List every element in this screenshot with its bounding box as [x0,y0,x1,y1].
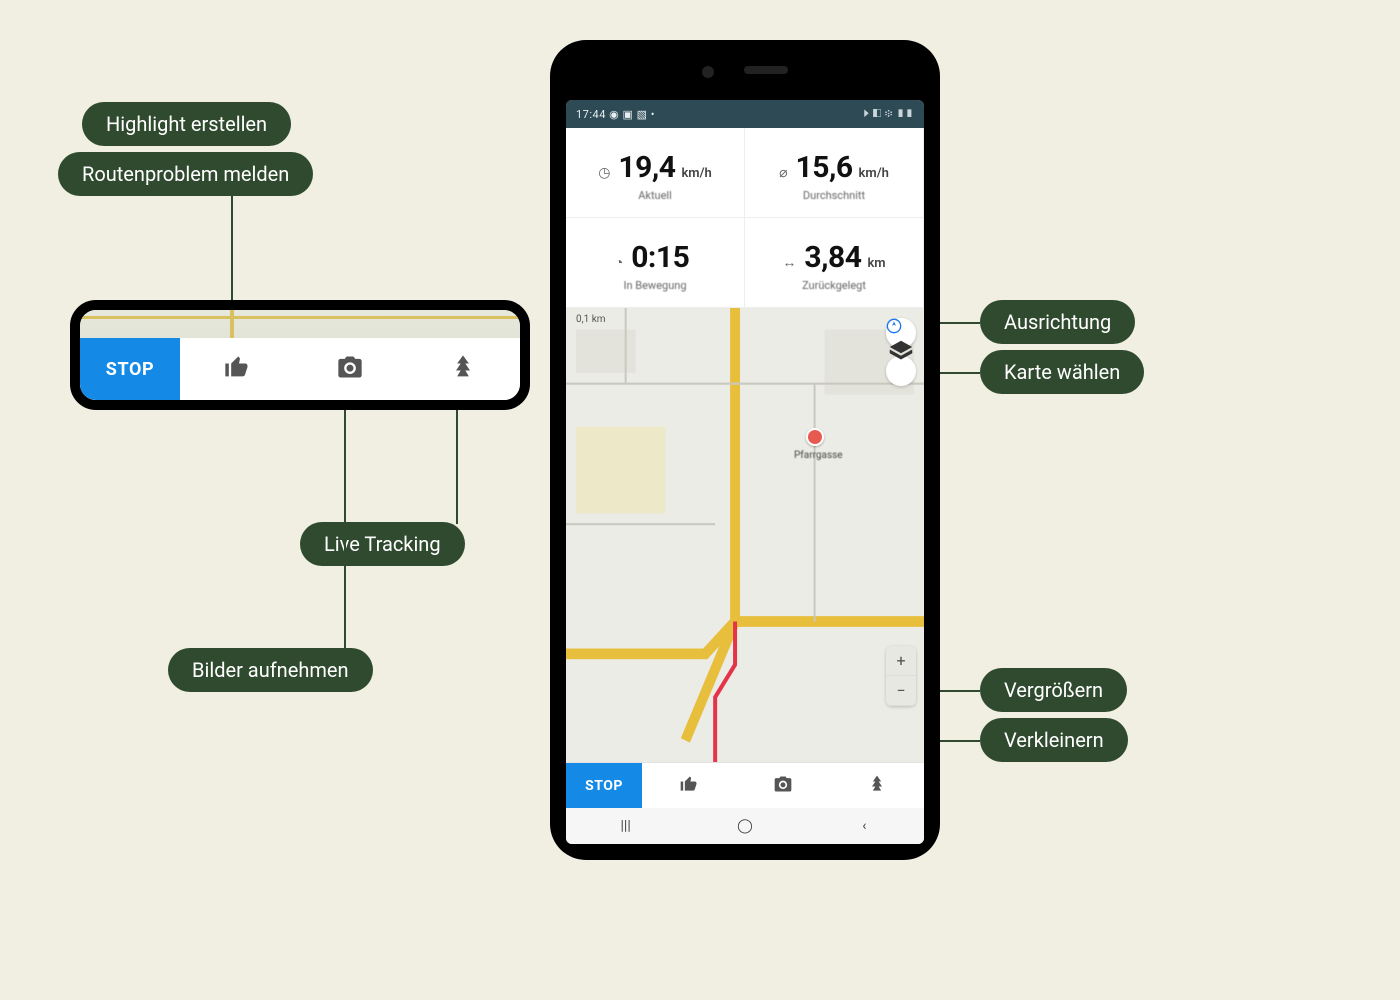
statusbar-right-icons: ⏵ ◧ ፨ ▮▮ [863,107,914,121]
metrics-panel: ◷ 19,4 km/h Aktuell ⌀ 15,6 km/h Durchsch… [566,128,924,308]
map-scale-label: 0,1 km [576,314,606,325]
map-zoom-controls: + − [886,646,916,706]
stop-button[interactable]: STOP [566,763,642,808]
metric-value: 15,6 [796,150,853,185]
connector-line [344,406,346,650]
tree-icon [449,353,477,385]
inset-stop-button[interactable]: STOP [80,338,180,400]
thumbs-icon [679,774,699,798]
statusbar-left-icons: ◉ ▣ ▧ • [609,108,655,121]
phone-frame: 17:44 ◉ ▣ ▧ • ⏵ ◧ ፨ ▮▮ ◷ 19,4 km/h Aktue… [550,40,940,860]
annotation-zoom-out: Verkleinern [980,718,1128,762]
zoom-in-button[interactable]: + [886,646,916,676]
poi-bike-icon [806,428,824,446]
stopwatch-icon: ◔ [615,254,623,271]
android-home-button[interactable]: ◯ [737,818,753,834]
zoom-out-button[interactable]: − [886,676,916,706]
live-tracking-button[interactable] [830,763,924,808]
metric-label: Durchschnitt [803,189,865,202]
thumbs-button[interactable] [642,763,736,808]
annotation-orientation: Ausrichtung [980,300,1135,344]
gauge-icon: ◷ [598,165,610,181]
diameter-icon: ⌀ [779,165,787,181]
actionbar: STOP [566,762,924,808]
map-view[interactable]: 0,1 km + − [566,308,924,762]
inset-actionbar-zoom: STOP [70,300,530,410]
recents-icon: ||| [621,818,631,834]
metric-distance: ↔ 3,84 km Zurückgelegt [745,218,924,308]
tree-icon [867,774,887,798]
metric-moving-time: ◔ 0:15 In Bewegung [566,218,745,308]
android-recents-button[interactable]: ||| [618,818,634,834]
metric-value: 0:15 [631,240,689,275]
minus-icon: − [896,681,905,700]
metric-value: 3,84 [804,240,861,275]
statusbar-time: 17:44 [576,108,606,121]
inset-camera-button[interactable] [293,338,406,400]
phone-speaker-icon [744,66,788,74]
front-camera-icon [702,66,714,78]
metric-unit: km/h [681,166,711,181]
android-nav-bar: ||| ◯ ‹ [566,808,924,844]
camera-button[interactable] [736,763,830,808]
camera-icon [773,774,793,798]
home-icon: ◯ [737,818,753,834]
connector-line [456,406,458,524]
metric-label: Zurückgelegt [802,279,866,292]
metric-unit: km [867,256,885,271]
metric-current-speed: ◷ 19,4 km/h Aktuell [566,128,745,218]
annotation-zoom-in: Vergrößern [980,668,1127,712]
annotation-live-tracking: Live Tracking [300,522,465,566]
metric-unit: km/h [859,166,889,181]
annotation-choose-map: Karte wählen [980,350,1144,394]
thumbs-icon [223,353,251,385]
phone-sensors [550,66,940,78]
statusbar: 17:44 ◉ ▣ ▧ • ⏵ ◧ ፨ ▮▮ [566,100,924,128]
inset-map-sliver [80,310,520,338]
poi-street-label: Pfarrgasse [794,450,843,461]
inset-live-tracking-button[interactable] [407,338,520,400]
layers-button[interactable] [886,356,916,386]
android-back-button[interactable]: ‹ [856,818,872,834]
inset-thumbs-button[interactable] [180,338,293,400]
annotation-take-photos: Bilder aufnehmen [168,648,373,692]
annotation-highlight-create: Highlight erstellen [82,102,291,146]
metric-avg-speed: ⌀ 15,6 km/h Durchschnitt [745,128,924,218]
map-top-controls [886,318,916,386]
inset-actionbar: STOP [80,338,520,400]
statusbar-left: 17:44 ◉ ▣ ▧ • [576,108,655,121]
map-canvas [566,308,924,762]
metric-label: In Bewegung [623,279,686,292]
camera-icon [336,353,364,385]
back-icon: ‹ [862,818,866,834]
plus-icon: + [896,651,905,670]
annotation-route-problem: Routenproblem melden [58,152,313,196]
metric-value: 19,4 [618,150,675,185]
distance-left-right-icon: ↔ [782,254,796,271]
metric-label: Aktuell [638,189,672,202]
phone-screen: 17:44 ◉ ▣ ▧ • ⏵ ◧ ፨ ▮▮ ◷ 19,4 km/h Aktue… [566,100,924,844]
